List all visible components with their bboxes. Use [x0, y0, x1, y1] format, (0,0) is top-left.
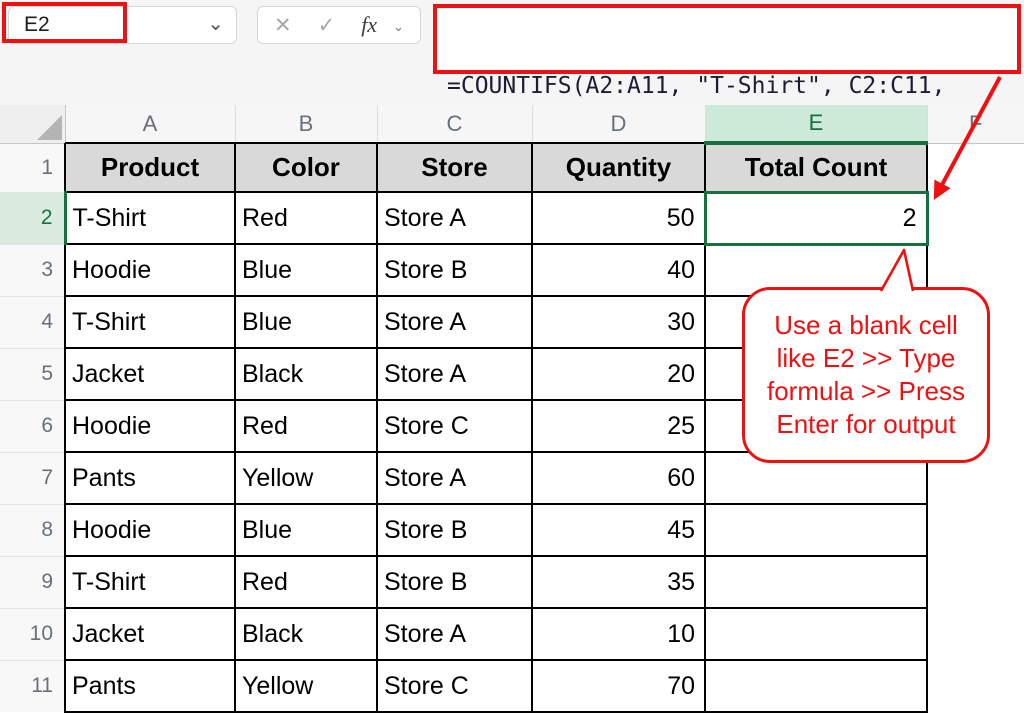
- cell-B1[interactable]: Color: [235, 143, 377, 192]
- formula-toolbar: E2 ⌄ ✕ ✓ fx ⌄ =COUNTIFS(A2:A11, "T-Shirt…: [0, 0, 1024, 105]
- cell-F8[interactable]: [927, 504, 1024, 556]
- cell-C8[interactable]: Store B: [377, 504, 532, 556]
- callout-line: Use a blank cell: [774, 309, 958, 342]
- callout-line: formula >> Press: [767, 375, 965, 408]
- cell-A8[interactable]: Hoodie: [65, 504, 235, 556]
- row-header-9[interactable]: 9: [0, 556, 65, 608]
- formula-text-line1: =COUNTIFS(A2:A11, "T-Shirt", C2:C11,: [447, 71, 1007, 102]
- cell-E2-value: 2: [903, 204, 917, 232]
- cell-C2[interactable]: Store A: [377, 192, 532, 244]
- cell-C4[interactable]: Store A: [377, 296, 532, 348]
- cell-A2[interactable]: T-Shirt: [65, 192, 235, 244]
- column-header-c[interactable]: C: [377, 105, 532, 143]
- cell-C11[interactable]: Store C: [377, 660, 532, 712]
- cell-A1[interactable]: Product: [65, 143, 235, 192]
- row-header-11[interactable]: 11: [0, 660, 65, 712]
- cell-D10[interactable]: 10: [532, 608, 705, 660]
- cell-D5[interactable]: 20: [532, 348, 705, 400]
- cell-A5[interactable]: Jacket: [65, 348, 235, 400]
- cell-D1[interactable]: Quantity: [532, 143, 705, 192]
- insert-function-icon[interactable]: fx: [361, 12, 377, 38]
- cell-C7[interactable]: Store A: [377, 452, 532, 504]
- callout-annotation: Use a blank cell like E2 >> Type formula…: [742, 287, 990, 463]
- row-header-2-selected[interactable]: 2: [0, 192, 65, 244]
- cell-A9[interactable]: T-Shirt: [65, 556, 235, 608]
- cell-D2[interactable]: 50: [532, 192, 705, 244]
- cell-B11[interactable]: Yellow: [235, 660, 377, 712]
- cell-E8[interactable]: [705, 504, 927, 556]
- cell-C9[interactable]: Store B: [377, 556, 532, 608]
- cell-F1[interactable]: [927, 143, 1024, 192]
- sheet-row-9: 9 T-Shirt Red Store B 35: [0, 556, 1024, 608]
- formula-bar[interactable]: =COUNTIFS(A2:A11, "T-Shirt", C2:C11, "St…: [433, 4, 1021, 74]
- cell-D11[interactable]: 70: [532, 660, 705, 712]
- column-header-b[interactable]: B: [235, 105, 377, 143]
- cell-D3[interactable]: 40: [532, 244, 705, 296]
- cell-E2-active[interactable]: 2: [705, 192, 927, 244]
- column-header-f[interactable]: F: [927, 105, 1024, 143]
- callout-line: Enter for output: [776, 408, 955, 441]
- column-header-e-selected[interactable]: E: [705, 105, 927, 143]
- cell-D7[interactable]: 60: [532, 452, 705, 504]
- cell-C1[interactable]: Store: [377, 143, 532, 192]
- cell-E10[interactable]: [705, 608, 927, 660]
- select-all-triangle-icon: [37, 115, 62, 140]
- formula-buttons: ✕ ✓ fx ⌄: [257, 6, 421, 44]
- cell-B7[interactable]: Yellow: [235, 452, 377, 504]
- row-header-7[interactable]: 7: [0, 452, 65, 504]
- cell-A7[interactable]: Pants: [65, 452, 235, 504]
- cell-E9[interactable]: [705, 556, 927, 608]
- cell-E1[interactable]: Total Count: [705, 143, 927, 192]
- sheet-row-10: 10 Jacket Black Store A 10: [0, 608, 1024, 660]
- cell-A4[interactable]: T-Shirt: [65, 296, 235, 348]
- sheet-row-8: 8 Hoodie Blue Store B 45: [0, 504, 1024, 556]
- row-header-3[interactable]: 3: [0, 244, 65, 296]
- cell-F10[interactable]: [927, 608, 1024, 660]
- cell-A10[interactable]: Jacket: [65, 608, 235, 660]
- cell-B9[interactable]: Red: [235, 556, 377, 608]
- column-header-row: A B C D E F: [0, 105, 1024, 143]
- cell-F9[interactable]: [927, 556, 1024, 608]
- select-all-corner[interactable]: [0, 105, 65, 143]
- cell-D4[interactable]: 30: [532, 296, 705, 348]
- row-header-10[interactable]: 10: [0, 608, 65, 660]
- cell-C3[interactable]: Store B: [377, 244, 532, 296]
- sheet-row-2: 2 T-Shirt Red Store A 50 2: [0, 192, 1024, 244]
- column-header-a[interactable]: A: [65, 105, 235, 143]
- cell-A11[interactable]: Pants: [65, 660, 235, 712]
- cell-C6[interactable]: Store C: [377, 400, 532, 452]
- cell-B6[interactable]: Red: [235, 400, 377, 452]
- column-header-d[interactable]: D: [532, 105, 705, 143]
- row-header-1[interactable]: 1: [0, 143, 65, 192]
- cell-D8[interactable]: 45: [532, 504, 705, 556]
- cell-C10[interactable]: Store A: [377, 608, 532, 660]
- enter-icon[interactable]: ✓: [318, 13, 336, 38]
- callout-line: like E2 >> Type: [777, 342, 956, 375]
- cell-B5[interactable]: Black: [235, 348, 377, 400]
- cell-B10[interactable]: Black: [235, 608, 377, 660]
- cell-E11[interactable]: [705, 660, 927, 712]
- cell-B3[interactable]: Blue: [235, 244, 377, 296]
- chevron-down-icon[interactable]: ⌄: [393, 19, 404, 35]
- sheet-row-1: 1 Product Color Store Quantity Total Cou…: [0, 143, 1024, 192]
- row-header-8[interactable]: 8: [0, 504, 65, 556]
- cell-D9[interactable]: 35: [532, 556, 705, 608]
- cell-B4[interactable]: Blue: [235, 296, 377, 348]
- chevron-down-icon[interactable]: ⌄: [207, 11, 224, 36]
- cell-D6[interactable]: 25: [532, 400, 705, 452]
- row-header-5[interactable]: 5: [0, 348, 65, 400]
- sheet-row-11: 11 Pants Yellow Store C 70: [0, 660, 1024, 712]
- cell-B2[interactable]: Red: [235, 192, 377, 244]
- cell-C5[interactable]: Store A: [377, 348, 532, 400]
- fill-handle[interactable]: [924, 241, 928, 245]
- cell-A6[interactable]: Hoodie: [65, 400, 235, 452]
- cell-A3[interactable]: Hoodie: [65, 244, 235, 296]
- row-header-6[interactable]: 6: [0, 400, 65, 452]
- annotation-box-name-box: [2, 2, 127, 43]
- cell-F11[interactable]: [927, 660, 1024, 712]
- cell-F2[interactable]: [927, 192, 1024, 244]
- cell-B8[interactable]: Blue: [235, 504, 377, 556]
- row-header-4[interactable]: 4: [0, 296, 65, 348]
- cancel-icon[interactable]: ✕: [274, 13, 292, 38]
